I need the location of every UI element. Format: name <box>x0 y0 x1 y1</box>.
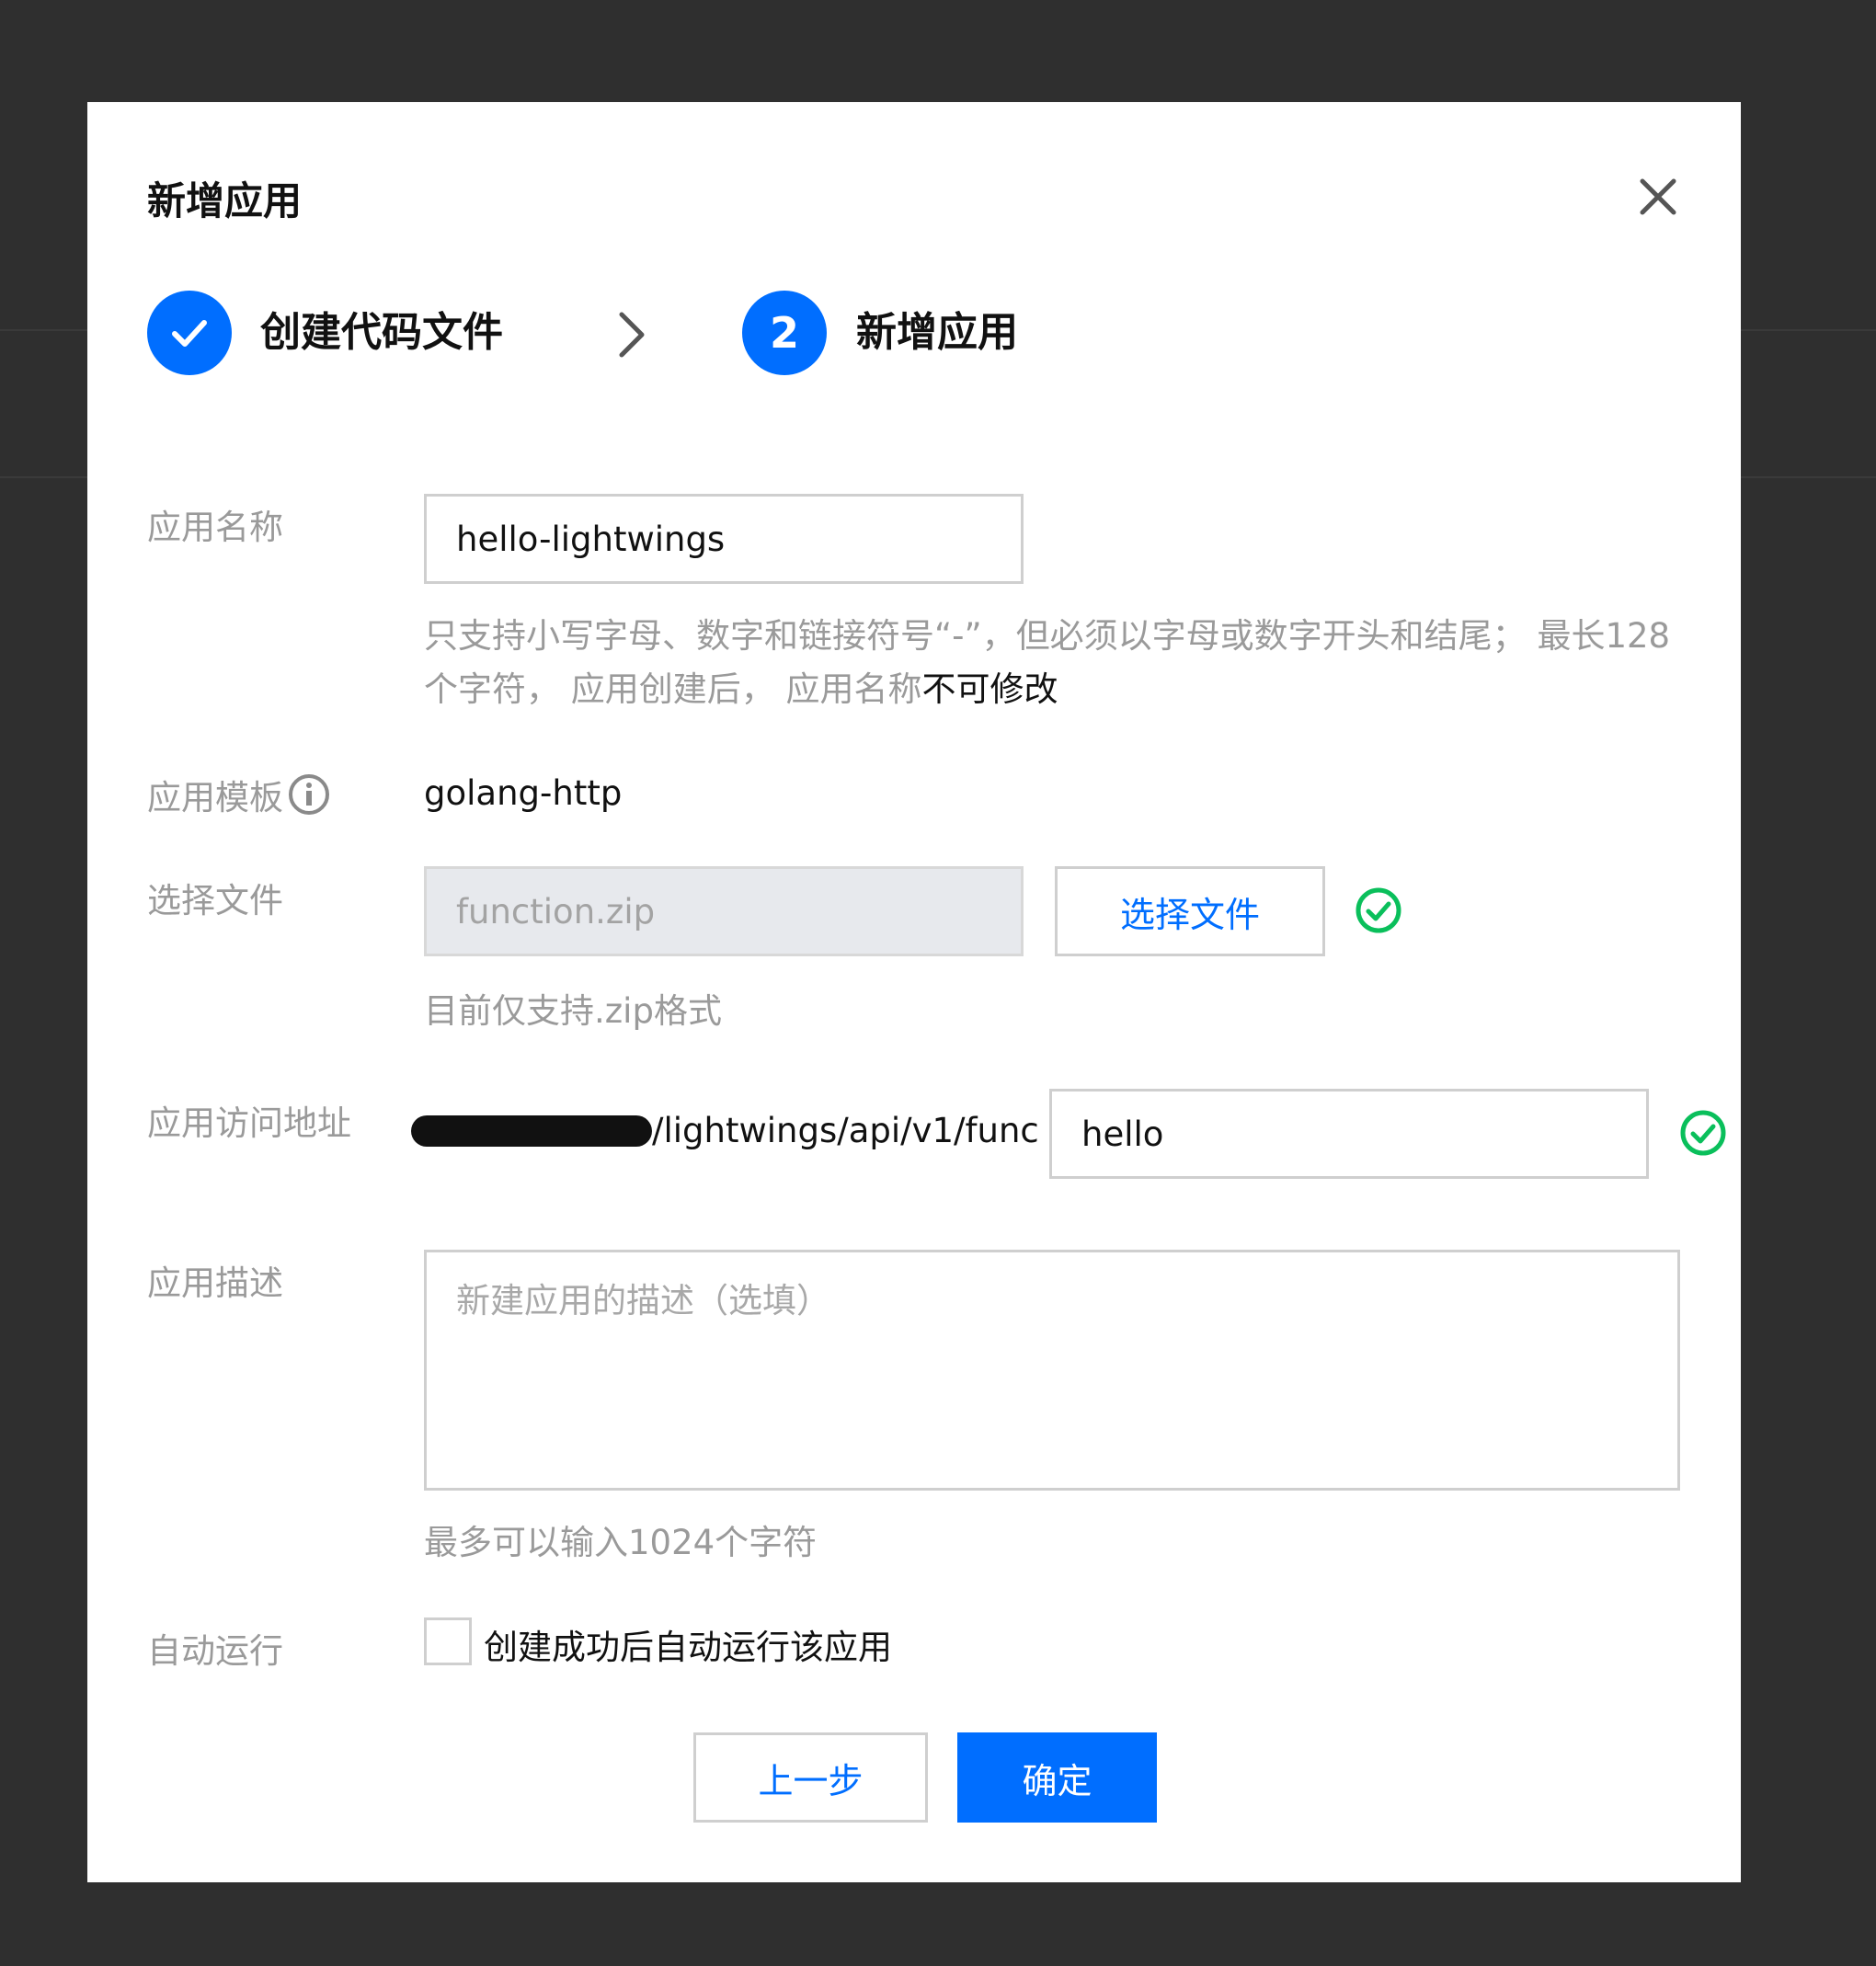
file-label: 选择文件 <box>147 881 283 920</box>
app-template-label-text: 应用模板 <box>147 778 283 817</box>
close-button[interactable] <box>1635 174 1681 220</box>
info-icon[interactable] <box>287 772 331 817</box>
chevron-right-icon <box>619 312 645 358</box>
step-2-indicator: 2 <box>742 291 827 375</box>
file-input: function.zip <box>424 866 1024 956</box>
access-path-input[interactable]: hello <box>1049 1089 1649 1179</box>
add-app-dialog: 新增应用 创建代码文件 2 新增应用 应用名称 hello-lightwings… <box>87 102 1741 1882</box>
redacted-host <box>411 1115 652 1147</box>
app-name-input[interactable]: hello-lightwings <box>424 494 1024 584</box>
step-1-indicator <box>147 291 232 375</box>
file-hint: 目前仅支持.zip格式 <box>424 991 722 1031</box>
step-1-label: 创建代码文件 <box>260 309 503 356</box>
auto-run-label: 自动运行 <box>147 1631 283 1671</box>
previous-step-button[interactable]: 上一步 <box>693 1732 928 1823</box>
app-name-hint: 只支持小写字母、数字和链接符号“-”，但必须以字母或数字开头和结尾； 最长128… <box>424 610 1680 716</box>
app-name-hint-emphasis: 不可修改 <box>921 669 1058 709</box>
access-url-suffix: /lightwings/api/v1/func <box>652 1111 1039 1150</box>
auto-run-checkbox[interactable] <box>424 1617 472 1665</box>
check-circle-icon <box>1356 887 1401 933</box>
auto-run-checkbox-label[interactable]: 创建成功后自动运行该应用 <box>484 1619 892 1669</box>
app-template-value: golang-http <box>424 773 623 813</box>
select-file-button[interactable]: 选择文件 <box>1055 866 1325 956</box>
description-textarea[interactable]: 新建应用的描述（选填） <box>424 1250 1680 1491</box>
close-icon <box>1640 178 1676 215</box>
access-url-label: 应用访问地址 <box>147 1103 351 1143</box>
description-hint: 最多可以输入1024个字符 <box>424 1523 818 1562</box>
app-template-label: 应用模板 <box>147 770 331 819</box>
description-label: 应用描述 <box>147 1263 283 1303</box>
app-name-label: 应用名称 <box>147 508 283 547</box>
step-2-label: 新增应用 <box>856 309 1018 356</box>
dialog-title: 新增应用 <box>147 178 303 223</box>
confirm-button[interactable]: 确定 <box>957 1732 1157 1823</box>
check-circle-icon <box>1680 1110 1726 1156</box>
check-icon <box>172 320 207 347</box>
